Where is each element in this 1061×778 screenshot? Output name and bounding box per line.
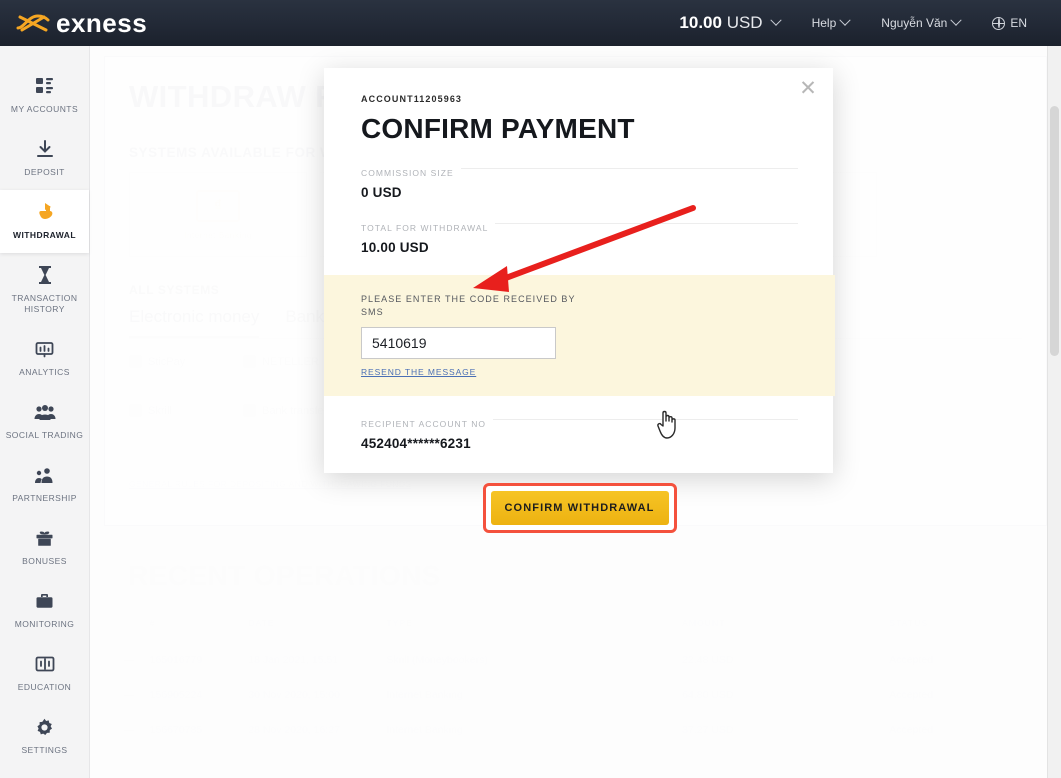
chevron-down-icon: [769, 14, 782, 26]
chevron-down-icon: [839, 14, 851, 26]
language-selector[interactable]: EN: [976, 16, 1043, 30]
recipient-account-field: RECIPIENT ACCOUNT NO 452404******6231: [361, 414, 798, 451]
account-label: ACCOUNT11205963: [361, 94, 463, 104]
sidebar-item-social-trading[interactable]: SOCIAL TRADING: [0, 390, 89, 453]
sms-code-section: PLEASE ENTER THE CODE RECEIVED BY SMS RE…: [324, 275, 835, 396]
chart-board-icon: [35, 338, 54, 360]
sidebar-item-bonuses[interactable]: BONUSES: [0, 516, 89, 579]
page-scrollbar[interactable]: [1047, 46, 1061, 778]
balance-selector[interactable]: 10.00 USD: [663, 13, 795, 33]
recipient-value: 452404******6231: [361, 436, 471, 451]
total-label: TOTAL FOR WITHDRAWAL: [361, 223, 496, 233]
sidebar-item-label: MY ACCOUNTS: [10, 104, 79, 114]
exness-logo-icon: [16, 12, 50, 34]
user-name: Nguyễn Văn: [881, 16, 948, 30]
confirm-button-highlight-box: CONFIRM WITHDRAWAL: [482, 483, 677, 533]
commission-field: COMMISSION SIZE 0 USD: [361, 163, 798, 200]
confirm-payment-modal: ✕ ACCOUNT11205963 CONFIRM PAYMENT COMMIS…: [324, 68, 835, 533]
upload-hand-icon: [34, 201, 56, 223]
sms-code-label: PLEASE ENTER THE CODE RECEIVED BY SMS: [361, 294, 576, 317]
commission-label: COMMISSION SIZE: [361, 168, 461, 178]
hourglass-icon: [37, 264, 53, 286]
gift-icon: [35, 527, 54, 549]
gear-icon: [35, 716, 54, 738]
brand-logo[interactable]: exness: [0, 8, 147, 39]
sidebar-item-monitoring[interactable]: MONITORING: [0, 579, 89, 642]
close-icon[interactable]: ✕: [797, 78, 819, 101]
user-menu[interactable]: Nguyễn Văn: [865, 14, 976, 30]
help-label: Help: [811, 16, 837, 30]
sms-code-input[interactable]: [361, 327, 556, 359]
sidebar-item-analytics[interactable]: ANALYTICS: [0, 327, 89, 390]
sidebar-item-deposit[interactable]: DEPOSIT: [0, 127, 89, 190]
sidebar-item-transaction-history[interactable]: TRANSACTION HISTORY: [0, 253, 89, 327]
modal-title: CONFIRM PAYMENT: [361, 113, 635, 144]
balance-currency: USD: [726, 13, 763, 32]
people-group-icon: [34, 401, 56, 423]
recipient-label: RECIPIENT ACCOUNT NO: [361, 419, 494, 429]
total-value: 10.00 USD: [361, 240, 429, 255]
balance-amount: 10.00: [679, 13, 722, 32]
sidebar-item-label: DEPOSIT: [24, 167, 65, 177]
sidebar-nav: MY ACCOUNTS DEPOSIT WITHDRAWAL TRANSACTI…: [0, 46, 90, 778]
grid-icon: [35, 75, 55, 97]
help-menu[interactable]: Help: [796, 14, 866, 30]
sidebar-item-label: SETTINGS: [21, 745, 68, 755]
scrollbar-thumb[interactable]: [1050, 106, 1059, 356]
confirm-withdrawal-button[interactable]: CONFIRM WITHDRAWAL: [490, 491, 669, 525]
app-root: exness 10.00 USD Help Nguyễn Văn EN MY A…: [0, 0, 1061, 778]
sidebar-item-my-accounts[interactable]: MY ACCOUNTS: [0, 64, 89, 127]
globe-icon: [992, 16, 1006, 30]
sidebar-item-education[interactable]: EDUCATION: [0, 642, 89, 705]
sidebar-item-label: MONITORING: [14, 619, 75, 629]
download-icon: [36, 138, 54, 160]
sidebar-item-label: ANALYTICS: [19, 367, 70, 377]
sidebar-item-label: BONUSES: [22, 556, 67, 566]
sidebar-item-label: SOCIAL TRADING: [5, 430, 84, 440]
sidebar-item-label: TRANSACTION HISTORY: [11, 293, 78, 314]
total-field: TOTAL FOR WITHDRAWAL 10.00 USD: [361, 218, 798, 255]
resend-message-link[interactable]: RESEND THE MESSAGE: [361, 367, 476, 377]
top-header-bar: exness 10.00 USD Help Nguyễn Văn EN: [0, 0, 1061, 46]
sidebar-item-settings[interactable]: SETTINGS: [0, 705, 89, 768]
sidebar-item-label: EDUCATION: [17, 682, 72, 692]
chevron-down-icon: [950, 14, 962, 26]
partnership-icon: [34, 464, 56, 486]
language-label: EN: [1010, 16, 1027, 30]
header-right-controls: 10.00 USD Help Nguyễn Văn EN: [663, 13, 1061, 33]
book-icon: [35, 653, 55, 675]
sidebar-item-label: PARTNERSHIP: [12, 493, 77, 503]
sidebar-item-partnership[interactable]: PARTNERSHIP: [0, 453, 89, 516]
sidebar-item-label: WITHDRAWAL: [12, 230, 77, 240]
sidebar-item-withdrawal[interactable]: WITHDRAWAL: [0, 190, 89, 253]
brand-name: exness: [56, 7, 148, 38]
commission-value: 0 USD: [361, 185, 402, 200]
briefcase-icon: [35, 590, 54, 612]
confirm-button-area: CONFIRM WITHDRAWAL: [361, 483, 798, 533]
